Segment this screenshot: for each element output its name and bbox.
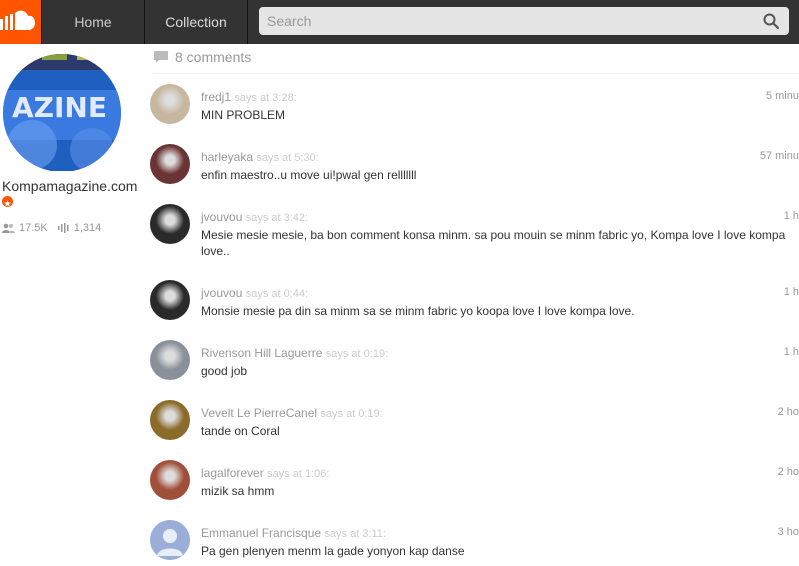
tracks-stat[interactable]: 1,314 [57,222,102,234]
comment-item: Rivenson Hill Laguerre says at 0:19: good… [150,340,799,390]
followers-count: 17.5K [19,222,48,234]
comment-item: lagalforever says at 1:06: mizik sa hmm 2 … [150,460,799,510]
commenter-avatar[interactable] [150,400,190,440]
comment-item: jvouvou says at 0:44: Monsie mesie pa din… [150,280,799,330]
comment-timestamp-position[interactable]: says at 5:30: [256,152,318,164]
commenter-username[interactable]: Rivenson Hill Laguerre [201,346,322,360]
commenter-username[interactable]: fredj1 [201,90,231,104]
commenter-avatar[interactable] [150,144,190,184]
comment-timestamp-position[interactable]: says at 0:19: [326,348,388,360]
comment-text: mizik sa hmm [201,484,275,498]
comment-text: MIN PROBLEM [201,108,286,122]
nav-tab-home[interactable]: Home [41,0,145,44]
comment-meta: lagalforever says at 1:06: [201,466,329,480]
comment-meta: jvouvou says at 3:42: [201,210,308,224]
tracks-count: 1,314 [73,222,102,234]
pro-badge-icon [2,196,13,207]
comment-age: 1 h [783,210,799,222]
commenter-username[interactable]: Emmanuel Francisque [201,526,321,540]
comment-timestamp-position[interactable]: says at 3:11: [324,528,386,540]
comment-meta: Emmanuel Francisque says at 3:11: [201,526,386,540]
comment-text: enfin maestro..u move ui!pwal gen rellll… [201,168,417,182]
comments-header: 8 comments [153,48,799,74]
search-icon[interactable] [763,13,779,29]
commenter-username[interactable]: Vevelt Le PierreCanel [201,406,317,420]
comment-timestamp-position[interactable]: says at 0:44: [246,288,308,300]
commenter-username[interactable]: jvouvou [201,210,242,224]
followers-icon [2,223,15,233]
comment-item: Emmanuel Francisque says at 3:11: Pa gen … [150,520,799,566]
comment-item: jvouvou says at 3:42: Mesie mesie mesie, … [150,204,799,274]
comment-age: 1 h [783,286,799,298]
default-user-icon [150,520,190,560]
search-input[interactable] [259,7,749,35]
comment-meta: Vevelt Le PierreCanel says at 0:19: [201,406,383,420]
commenter-avatar[interactable] [150,204,190,244]
avatar-text: AZINE [12,91,107,124]
comment-meta: jvouvou says at 0:44: [201,286,308,300]
comment-text: tande on Coral [201,424,280,438]
comment-text: Monsie mesie pa din sa minm sa se minm f… [201,304,635,318]
commenter-username[interactable]: harleyaka [201,150,253,164]
comment-timestamp-position[interactable]: says at 1:06: [267,468,329,480]
comment-item: fredj1 says at 3:28: MIN PROBLEM 5 minu [150,84,799,134]
commenter-username[interactable]: lagalforever [201,466,264,480]
comment-text: Pa gen plenyen menm la gade yonyon kap d… [201,544,465,558]
cloud-icon [0,10,35,30]
comment-timestamp-position[interactable]: says at 0:19: [320,408,382,420]
user-sidebar: AZINE Kompamagazine.com 17.5K 1,314 [0,44,140,566]
comment-age: 2 ho [777,466,799,478]
commenter-avatar[interactable] [150,520,190,560]
commenter-username[interactable]: jvouvou [201,286,242,300]
commenter-avatar[interactable] [150,340,190,380]
comment-meta: Rivenson Hill Laguerre says at 0:19: [201,346,388,360]
comment-item: Vevelt Le PierreCanel says at 0:19: tande… [150,400,799,450]
commenter-avatar[interactable] [150,84,190,124]
comment-age: 57 minu [759,150,799,162]
comment-text: Mesie mesie mesie, ba bon comment konsa … [201,228,786,258]
commenter-avatar[interactable] [150,280,190,320]
comments-count: 8 comments [175,48,252,65]
soundcloud-logo[interactable] [0,0,41,44]
comment-age: 1 h [783,346,799,358]
commenter-avatar[interactable] [150,460,190,500]
comment-age: 2 ho [777,406,799,418]
waveform-icon [57,223,69,233]
profile-name[interactable]: Kompamagazine.com [2,178,137,194]
comment-item: harleyaka says at 5:30: enfin maestro..u … [150,144,799,194]
nav-tab-collection[interactable]: Collection [145,0,248,44]
profile-stats: 17.5K 1,314 [2,222,111,234]
search-bar [259,7,789,35]
comment-age: 5 minu [765,90,799,102]
comment-timestamp-position[interactable]: says at 3:42: [246,212,308,224]
followers-stat[interactable]: 17.5K [2,222,48,234]
top-navigation-bar: Home Collection [0,0,799,44]
comment-timestamp-position[interactable]: says at 3:28: [234,92,296,104]
comment-text: good job [201,364,248,378]
comment-meta: fredj1 says at 3:28: [201,90,297,104]
comment-bubble-icon [154,50,168,63]
comment-age: 3 ho [777,526,799,538]
comment-meta: harleyaka says at 5:30: [201,150,319,164]
